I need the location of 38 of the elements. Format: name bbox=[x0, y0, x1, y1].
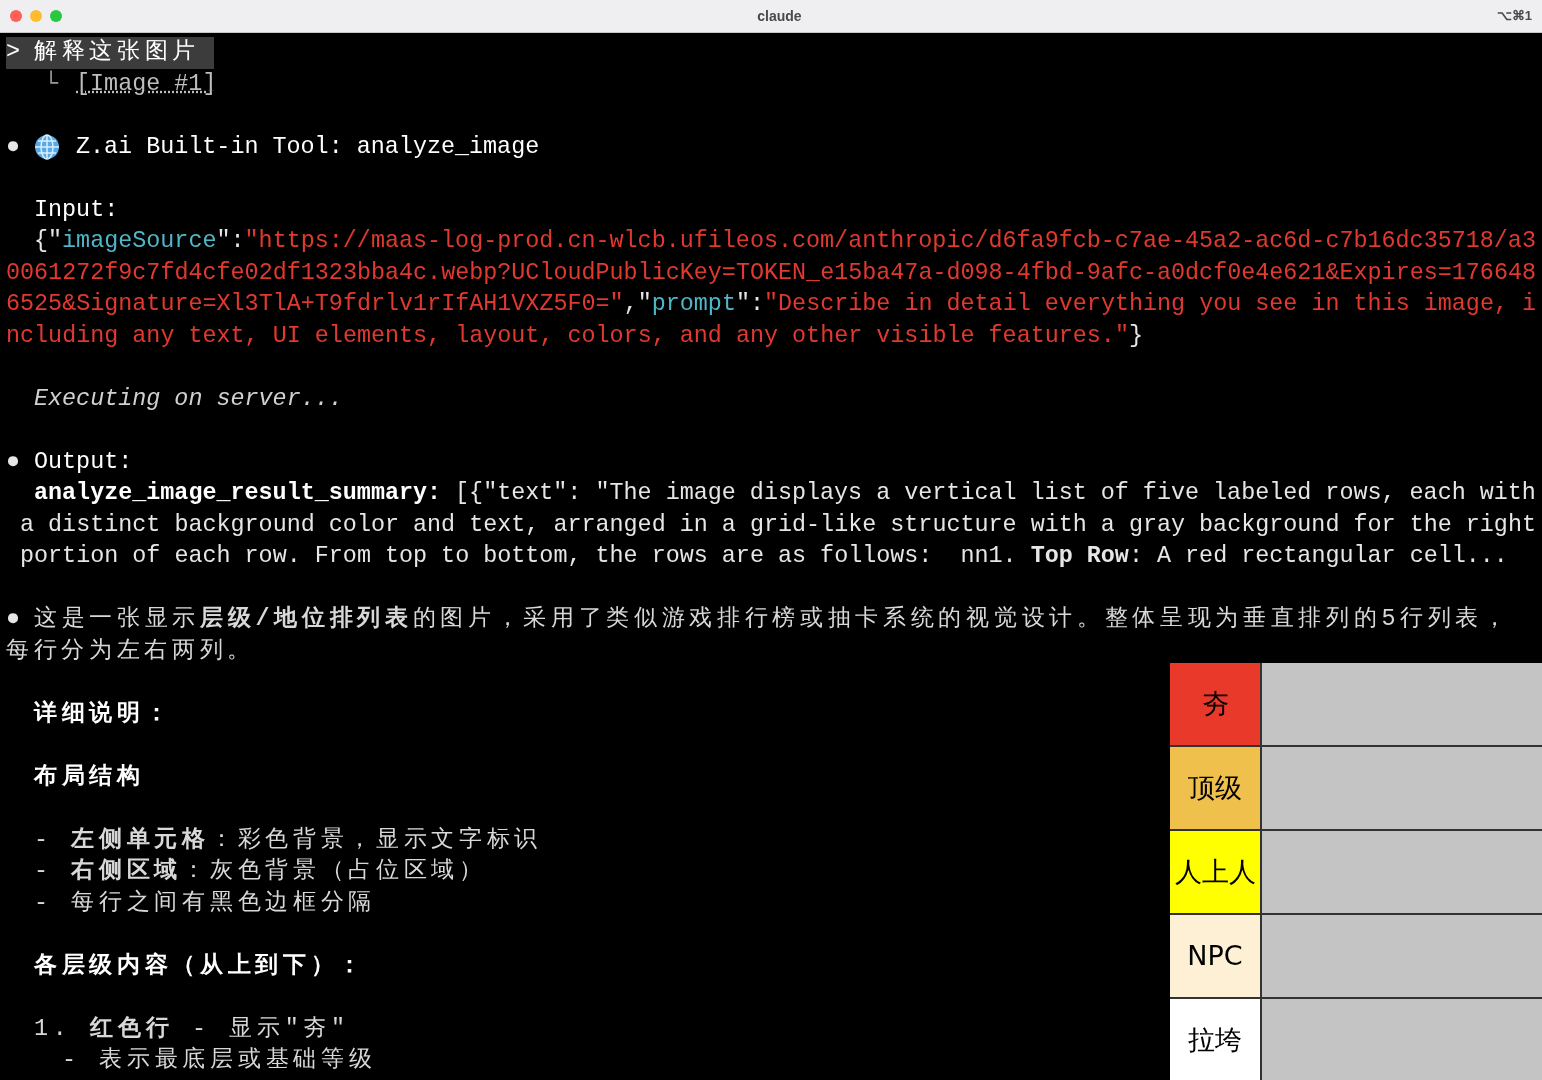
tier-label: 拉垮 bbox=[1170, 999, 1260, 1080]
bullet: ● bbox=[6, 447, 22, 477]
summary-label: analyze_image_result_summary: bbox=[34, 479, 442, 508]
minimize-button[interactable] bbox=[30, 10, 42, 22]
tool-input-line: ncluding any text, UI elements, layout, colors, and any other visible features."} bbox=[6, 321, 1143, 351]
input-label: Input: bbox=[33, 195, 119, 225]
image-attachment-link[interactable]: [Image #1] bbox=[76, 68, 217, 100]
bullet: ● bbox=[6, 132, 22, 162]
tool-input-line: {"imageSource":"https://maas-log-prod.cn-wlcb.ufileos.com/anthropic/d6fa9fcb-c7ae-45a2-ac6d-c7b16dc35718/a3 bbox=[33, 227, 1536, 256]
tier-label: 顶级 bbox=[1170, 747, 1260, 829]
answer-text: - 左侧单元格：彩色背景，显示文字标识 bbox=[34, 826, 542, 853]
globe-icon bbox=[34, 134, 60, 161]
tier-label: NPC bbox=[1170, 915, 1260, 997]
answer-text: 每行分为左右两列。 bbox=[6, 636, 256, 666]
answer-text: - 每行之间有黑色边框分隔 bbox=[34, 889, 376, 916]
maximize-button[interactable] bbox=[50, 10, 62, 22]
status-text: Executing on server... bbox=[33, 384, 343, 414]
tier-label: 人上人 bbox=[1170, 831, 1260, 913]
section-heading: 各层级内容（从上到下）： bbox=[34, 952, 367, 979]
tier-label: 夯 bbox=[1170, 663, 1260, 745]
answer-text: - 右侧区域：灰色背景（占位区域） bbox=[34, 858, 487, 884]
answer-text: 这是一张显示层级/地位排列表的图片，采用了类似游戏排行榜或抽卡系统的视觉设计。整体呈现为垂直排列的5行列表， bbox=[34, 604, 1511, 634]
bullet: ● bbox=[6, 605, 22, 634]
summary-text: [{"text": "The image displays a vertical list of five labeled rows, each with bbox=[455, 479, 1536, 508]
tree-branch: └ bbox=[44, 69, 59, 99]
tool-input-line: 6525&Signature=Xl3TlA+T9fdrlv1rIfAH1VXZ5F0=","prompt":"Describe in detail everything you see in this image, i bbox=[6, 290, 1537, 319]
summary-text: a distinct background color and text, arranged in a grid-like structure with a gray background for the right bbox=[20, 510, 1536, 540]
section-heading: 详细说明： bbox=[34, 700, 173, 727]
tool-call-title: Z.ai Built-in Tool: analyze_image bbox=[76, 132, 540, 162]
answer-text: - 表示最底层或基础等级 bbox=[62, 1047, 377, 1073]
close-button[interactable] bbox=[10, 10, 22, 22]
shortcut-label: ⌥⌘1 bbox=[1496, 7, 1532, 26]
summary-text: portion of each row. From top to bottom, the rows are as follows: nn1. Top Row: A red rectangular cell... bbox=[20, 542, 1508, 571]
tool-input-line: 0061272f9c7fd4cfe02df1323bba4c.webp?UCloudPublicKey=TOKEN_e15ba47a-d098-4fbd-9afc-a0dcf0e4e621&Expires=176648 bbox=[6, 258, 1536, 288]
output-label: Output: bbox=[34, 447, 133, 477]
section-heading: 布局结构 bbox=[34, 763, 145, 790]
answer-text: 1. 红色行 - 显示"夯" bbox=[34, 1015, 350, 1042]
window-title: claude bbox=[756, 6, 803, 26]
